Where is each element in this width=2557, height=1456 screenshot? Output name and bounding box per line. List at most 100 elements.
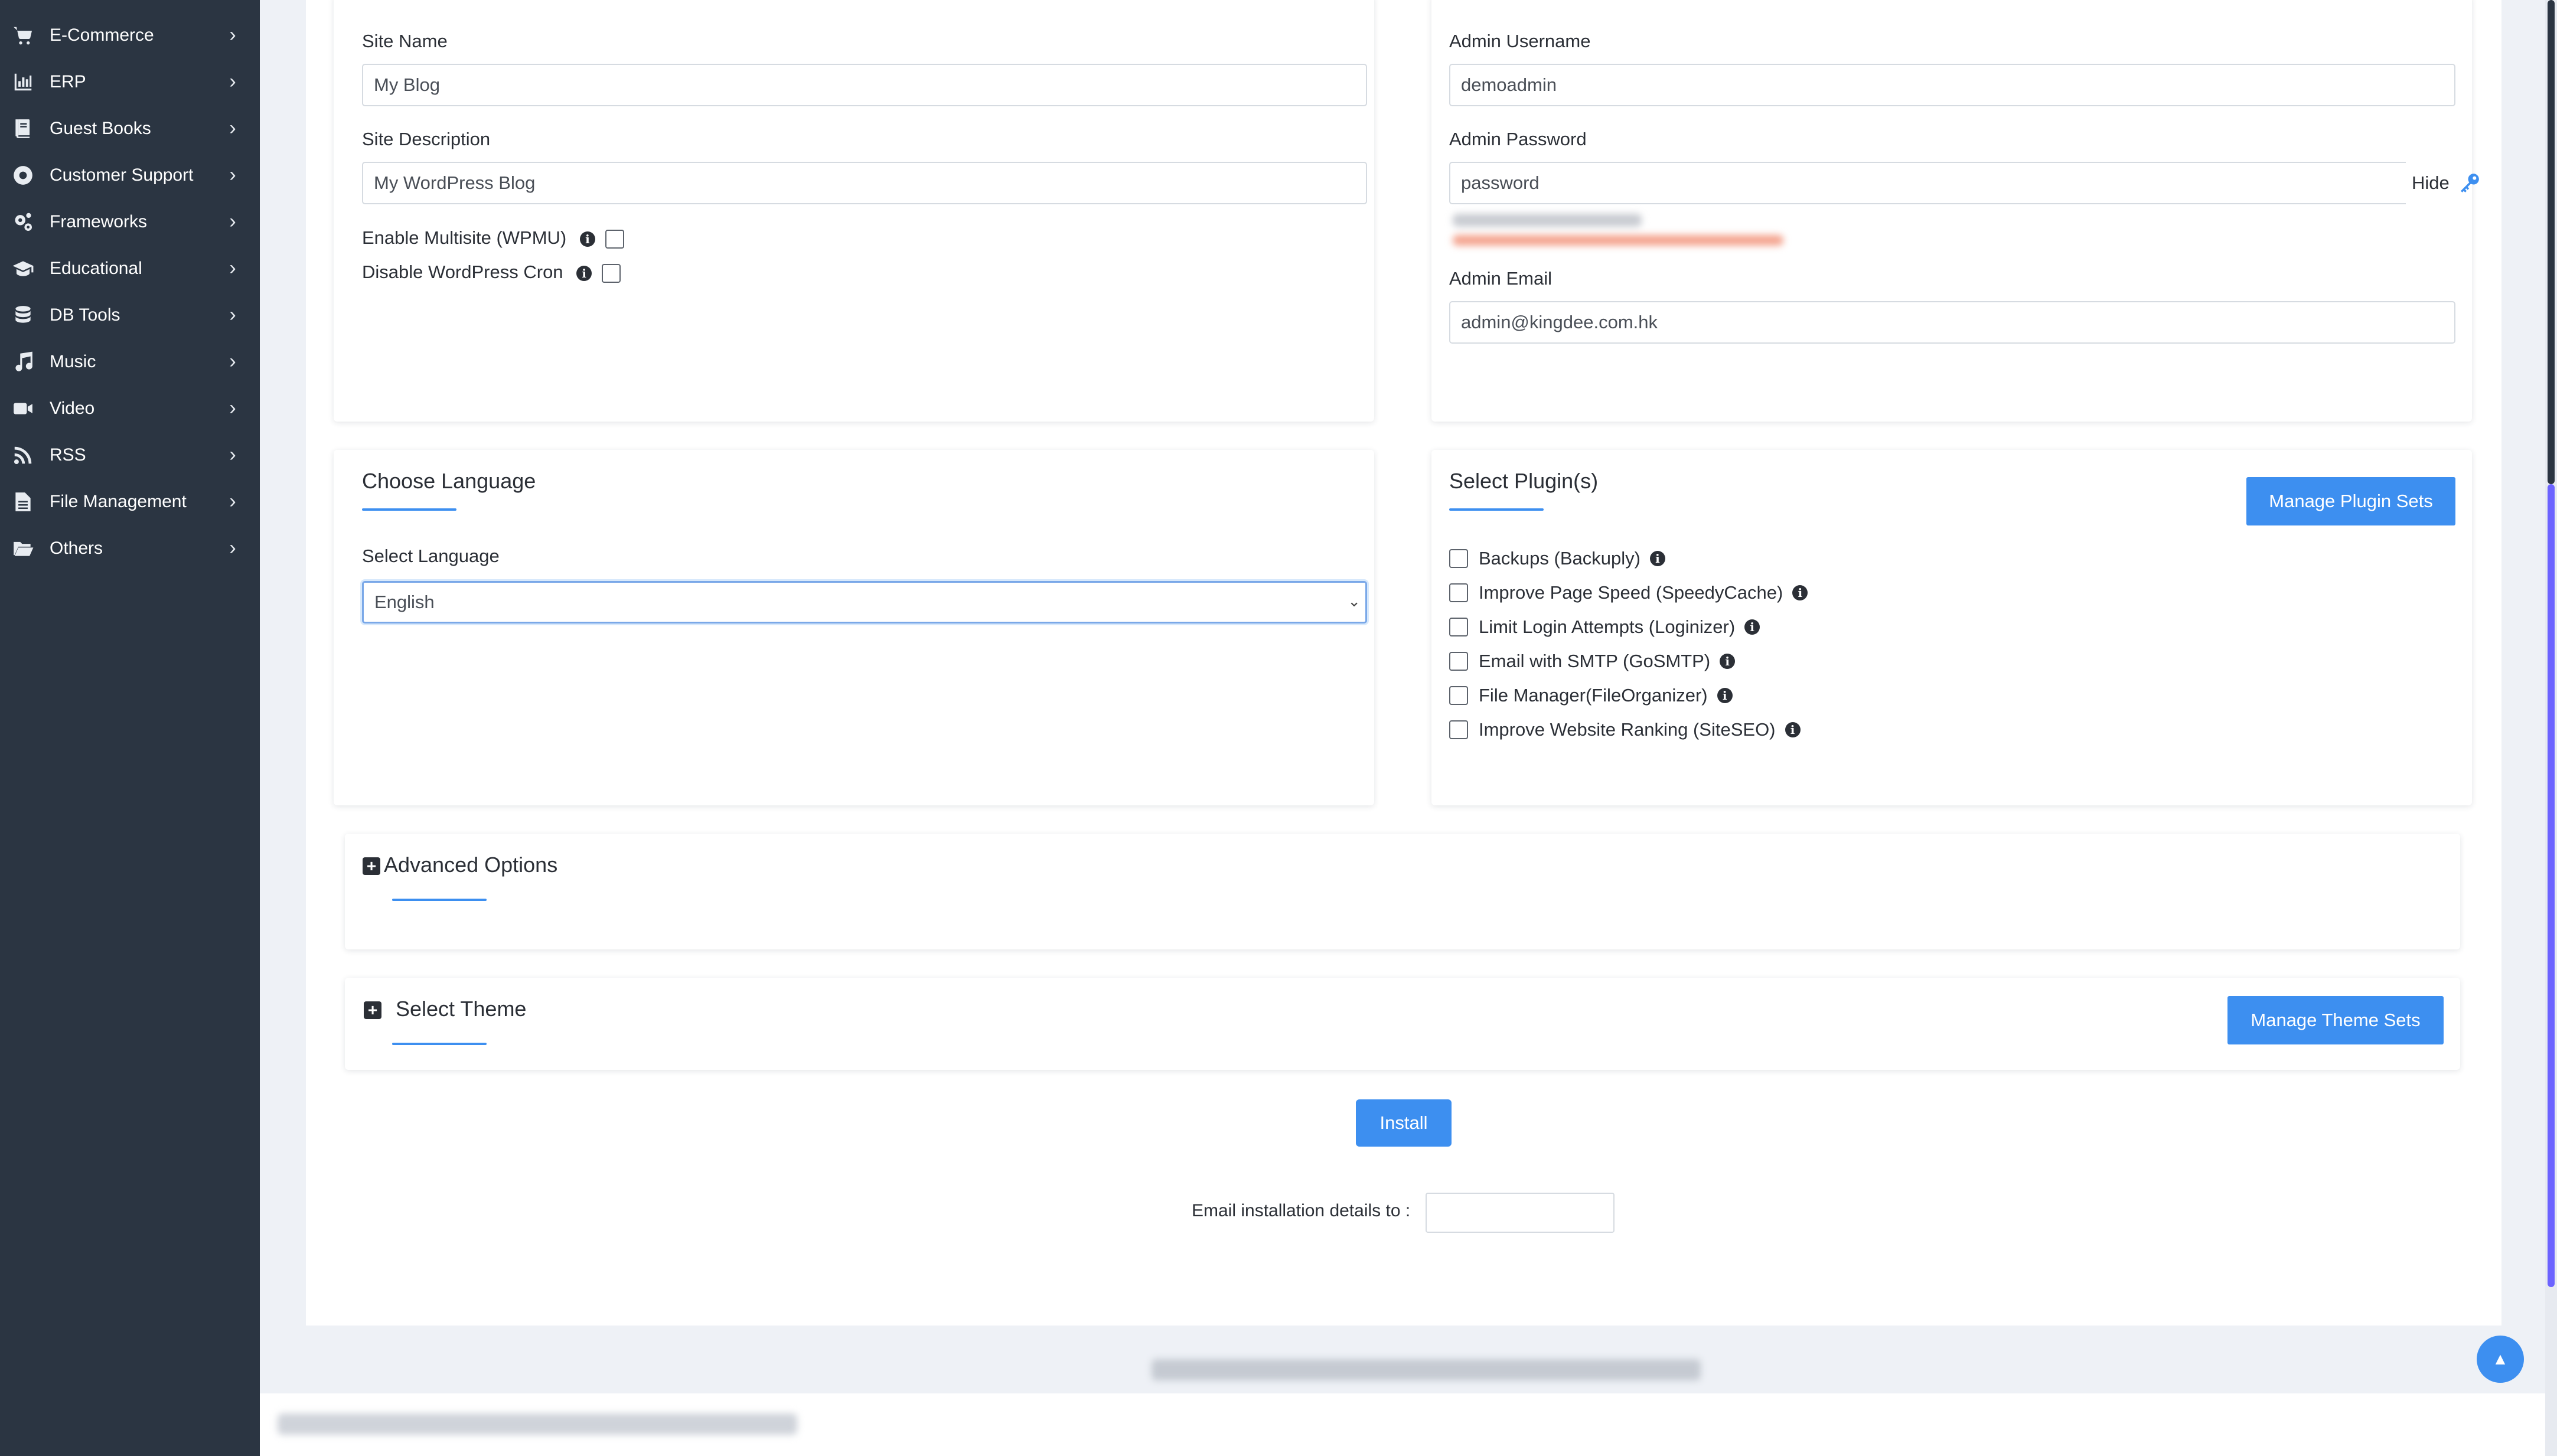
gears-icon bbox=[9, 208, 37, 236]
sidebar-item-file-management[interactable]: File Management › bbox=[0, 478, 260, 525]
expand-plus-icon[interactable]: + bbox=[363, 857, 380, 875]
chevron-right-icon: › bbox=[229, 117, 236, 139]
rss-icon bbox=[9, 442, 37, 469]
scrollbar-track-upper bbox=[2548, 0, 2555, 484]
select-theme-card[interactable]: + Select Theme Manage Theme Sets bbox=[345, 978, 2460, 1070]
info-icon[interactable]: i bbox=[1720, 654, 1736, 669]
cart-icon bbox=[9, 22, 37, 49]
select-theme-title[interactable]: Select Theme bbox=[396, 997, 526, 1021]
manage-plugin-sets-button[interactable]: Manage Plugin Sets bbox=[2246, 477, 2455, 525]
page-scrollbar[interactable] bbox=[2545, 0, 2557, 1456]
expand-plus-icon[interactable]: + bbox=[364, 1001, 381, 1019]
sidebar-item-label: Educational bbox=[50, 258, 142, 278]
info-icon[interactable]: i bbox=[576, 265, 592, 281]
main-panel: Site Name My Blog Site Description My Wo… bbox=[306, 0, 2501, 1326]
plugins-title: Select Plugin(s) bbox=[1449, 469, 1599, 493]
plugin-item[interactable]: Backups (Backuply) i bbox=[1449, 547, 1665, 570]
plugins-card: Select Plugin(s) Manage Plugin Sets Back… bbox=[1431, 450, 2472, 805]
file-icon bbox=[9, 488, 37, 515]
cron-label: Disable WordPress Cron bbox=[362, 262, 563, 282]
music-note-icon bbox=[9, 348, 37, 376]
sidebar-item-label: File Management bbox=[50, 491, 187, 511]
chevron-right-icon: › bbox=[229, 443, 236, 466]
sidebar-item-customer-support[interactable]: Customer Support › bbox=[0, 152, 260, 198]
plugin-item[interactable]: Improve Website Ranking (SiteSEO) i bbox=[1449, 718, 1801, 742]
email-details-input[interactable] bbox=[1426, 1193, 1615, 1233]
admin-password-label: Admin Password bbox=[1449, 129, 1587, 149]
plugin-item[interactable]: Limit Login Attempts (Loginizer) i bbox=[1449, 615, 1760, 639]
sidebar-item-video[interactable]: Video › bbox=[0, 385, 260, 432]
multisite-label: Enable Multisite (WPMU) bbox=[362, 227, 567, 248]
language-selected-value: English bbox=[374, 592, 435, 612]
sidebar-item-others[interactable]: Others › bbox=[0, 525, 260, 572]
sidebar-item-frameworks[interactable]: Frameworks › bbox=[0, 198, 260, 245]
info-icon[interactable]: i bbox=[1717, 688, 1733, 703]
manage-theme-sets-button[interactable]: Manage Theme Sets bbox=[2227, 996, 2444, 1044]
plugin-checkbox[interactable] bbox=[1449, 652, 1468, 671]
info-icon[interactable]: i bbox=[1744, 619, 1760, 635]
sidebar-item-label: Video bbox=[50, 398, 95, 418]
folder-open-icon bbox=[9, 535, 37, 562]
sidebar-item-db-tools[interactable]: DB Tools › bbox=[0, 292, 260, 338]
email-details-label: Email installation details to : bbox=[1192, 1201, 1411, 1220]
sidebar-item-rss[interactable]: RSS › bbox=[0, 432, 260, 478]
sidebar-item-erp[interactable]: ERP › bbox=[0, 58, 260, 105]
chevron-right-icon: › bbox=[229, 397, 236, 419]
chevron-right-icon: › bbox=[229, 257, 236, 279]
language-title: Choose Language bbox=[362, 469, 536, 493]
info-icon[interactable]: i bbox=[1792, 585, 1808, 600]
scrollbar-thumb[interactable] bbox=[2548, 484, 2555, 1287]
footer-blurred-text bbox=[1152, 1359, 1701, 1380]
admin-username-input[interactable]: demoadmin bbox=[1449, 64, 2455, 106]
admin-email-label: Admin Email bbox=[1449, 268, 1552, 289]
cron-checkbox[interactable] bbox=[601, 263, 621, 283]
info-icon[interactable]: i bbox=[1649, 551, 1665, 566]
sidebar-item-label: E-Commerce bbox=[50, 25, 154, 45]
plugin-label: File Manager(FileOrganizer) bbox=[1479, 685, 1708, 706]
sidebar-item-label: Frameworks bbox=[50, 211, 148, 231]
video-camera-icon bbox=[9, 395, 37, 422]
multisite-checkbox[interactable] bbox=[605, 229, 624, 249]
admin-password-input[interactable]: password bbox=[1449, 162, 2406, 204]
sidebar-item-label: Music bbox=[50, 351, 96, 371]
chevron-right-icon: › bbox=[229, 164, 236, 186]
sidebar-item-e-commerce[interactable]: E-Commerce › bbox=[0, 12, 260, 58]
plugin-checkbox[interactable] bbox=[1449, 720, 1468, 739]
sidebar: E-Commerce › ERP › Guest Books › Custome… bbox=[0, 0, 260, 1456]
chevron-right-icon: › bbox=[229, 350, 236, 373]
chevron-right-icon: › bbox=[229, 490, 236, 512]
plugin-checkbox[interactable] bbox=[1449, 686, 1468, 705]
plugin-item[interactable]: Email with SMTP (GoSMTP) i bbox=[1449, 649, 1736, 673]
hide-password-toggle[interactable]: Hide bbox=[2412, 172, 2450, 194]
install-button[interactable]: Install bbox=[1356, 1099, 1452, 1147]
site-description-input[interactable]: My WordPress Blog bbox=[362, 162, 1367, 204]
sidebar-item-guest-books[interactable]: Guest Books › bbox=[0, 105, 260, 152]
site-name-label: Site Name bbox=[362, 31, 448, 51]
sidebar-item-educational[interactable]: Educational › bbox=[0, 245, 260, 292]
plugin-item[interactable]: Improve Page Speed (SpeedyCache) i bbox=[1449, 581, 1808, 605]
plugin-label: Limit Login Attempts (Loginizer) bbox=[1479, 616, 1736, 637]
info-icon[interactable]: i bbox=[579, 231, 595, 247]
plugin-label: Email with SMTP (GoSMTP) bbox=[1479, 651, 1711, 671]
footer-bar bbox=[260, 1393, 2557, 1456]
cron-row: Disable WordPress Cron i bbox=[362, 262, 621, 283]
info-icon[interactable]: i bbox=[1785, 722, 1801, 737]
chevron-right-icon: › bbox=[229, 537, 236, 559]
plugin-item[interactable]: File Manager(FileOrganizer) i bbox=[1449, 684, 1733, 707]
scroll-to-top-button[interactable]: ▲ bbox=[2477, 1336, 2524, 1383]
plugin-label: Backups (Backuply) bbox=[1479, 548, 1640, 569]
advanced-options-card[interactable]: + Advanced Options bbox=[345, 834, 2460, 949]
plugin-label: Improve Website Ranking (SiteSEO) bbox=[1479, 719, 1776, 740]
plugin-checkbox[interactable] bbox=[1449, 618, 1468, 636]
admin-email-input[interactable]: admin@kingdee.com.hk bbox=[1449, 301, 2455, 344]
sidebar-item-label: Guest Books bbox=[50, 118, 151, 138]
admin-card: Admin Username demoadmin Admin Password … bbox=[1431, 0, 2479, 422]
key-icon[interactable] bbox=[2458, 171, 2481, 195]
plugin-checkbox[interactable] bbox=[1449, 549, 1468, 568]
language-select[interactable]: English ⌄ bbox=[362, 581, 1367, 623]
plugin-checkbox[interactable] bbox=[1449, 583, 1468, 602]
graduation-cap-icon bbox=[9, 255, 37, 282]
sidebar-item-music[interactable]: Music › bbox=[0, 338, 260, 385]
advanced-options-title[interactable]: Advanced Options bbox=[384, 853, 557, 877]
site-name-input[interactable]: My Blog bbox=[362, 64, 1367, 106]
